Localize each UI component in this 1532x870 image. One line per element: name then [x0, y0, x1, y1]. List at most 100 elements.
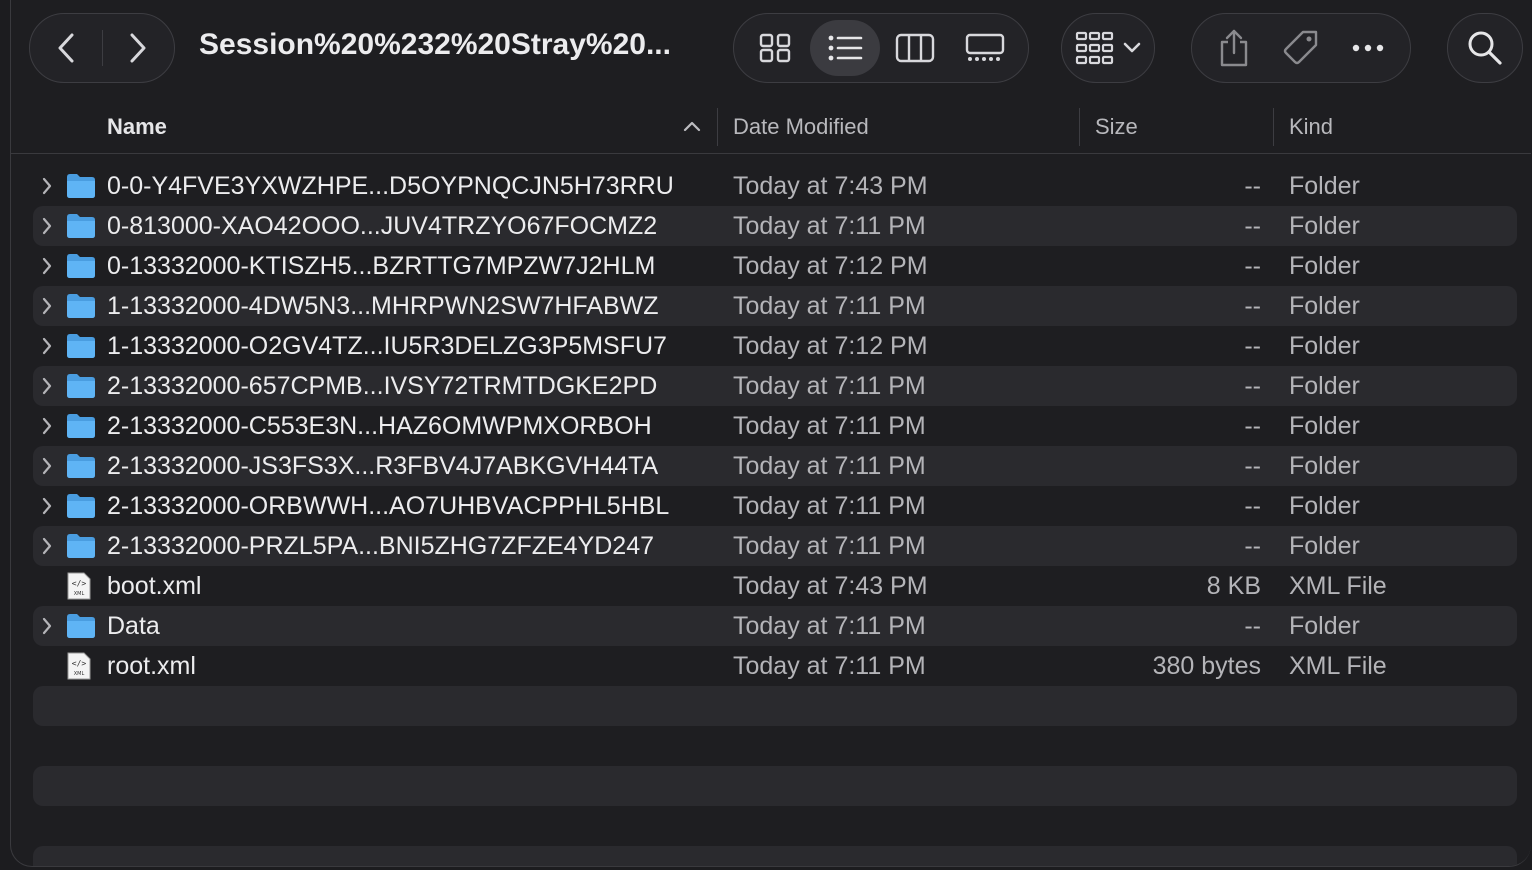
file-name: 2-13332000-JS3FS3X...R3FBV4J7ABKGVH44TA	[107, 452, 659, 480]
file-row[interactable]: 2-13332000-JS3FS3X...R3FBV4J7ABKGVH44TA T…	[33, 446, 1517, 486]
folder-icon	[66, 333, 96, 359]
folder-icon	[66, 493, 96, 519]
file-kind: XML File	[1289, 652, 1387, 680]
group-button[interactable]	[1061, 13, 1155, 83]
file-size: --	[1244, 412, 1261, 440]
disclosure-chevron-icon[interactable]	[41, 377, 53, 395]
grid-icon	[758, 32, 792, 64]
column-name[interactable]: Name	[107, 114, 167, 140]
file-list: 0-0-Y4FVE3YXWZHPE...D5OYPNQCJN5H73RRU Tod…	[11, 166, 1531, 866]
file-row[interactable]: 1-13332000-4DW5N3...MHRPWN2SW7HFABWZ Toda…	[33, 286, 1517, 326]
file-date-modified: Today at 7:11 PM	[733, 652, 926, 680]
file-kind: Folder	[1289, 252, 1360, 280]
file-row[interactable]: 1-13332000-O2GV4TZ...IU5R3DELZG3P5MSFU7 T…	[33, 326, 1517, 366]
file-size: --	[1244, 212, 1261, 240]
file-date-modified: Today at 7:12 PM	[733, 252, 928, 280]
disclosure-chevron-icon[interactable]	[41, 537, 53, 555]
column-date-modified[interactable]: Date Modified	[733, 114, 869, 140]
disclosure-chevron-icon[interactable]	[41, 337, 53, 355]
file-row[interactable]: 0-13332000-KTISZH5...BZRTTG7MPZW7J2HLM To…	[33, 246, 1517, 286]
folder-icon	[66, 213, 96, 239]
chevron-right-icon	[128, 32, 148, 64]
file-size: --	[1244, 332, 1261, 360]
folder-icon	[66, 173, 96, 199]
folder-icon	[66, 453, 96, 479]
file-row[interactable]: 2-13332000-657CPMB...IVSY72TRMTDGKE2PD To…	[33, 366, 1517, 406]
disclosure-chevron-icon[interactable]	[41, 497, 53, 515]
folder-icon	[66, 253, 96, 279]
forward-button[interactable]	[103, 14, 175, 82]
file-row[interactable]: 2-13332000-ORBWWH...AO7UHBVACPPHL5HBL Tod…	[33, 486, 1517, 526]
list-view-button[interactable]	[810, 20, 880, 76]
xml-file-icon: </> XML	[66, 651, 92, 681]
svg-text:</>: </>	[72, 579, 87, 588]
file-row[interactable]: 2-13332000-PRZL5PA...BNI5ZHG7ZFZE4YD247 T…	[33, 526, 1517, 566]
file-date-modified: Today at 7:43 PM	[733, 172, 928, 200]
finder-window: Session%20%232%20Stray%20... Name Date M…	[10, 0, 1531, 867]
list-icon	[827, 34, 863, 62]
file-name: 2-13332000-ORBWWH...AO7UHBVACPPHL5HBL	[107, 492, 670, 520]
file-row[interactable]: </> XML root.xml Today at 7:11 PM 380 bytes X…	[33, 646, 1517, 686]
disclosure-chevron-icon[interactable]	[41, 177, 53, 195]
empty-row	[33, 726, 1517, 766]
column-divider[interactable]	[717, 108, 718, 146]
column-kind[interactable]: Kind	[1289, 114, 1333, 140]
back-button[interactable]	[30, 14, 102, 82]
file-row[interactable]: </> XML boot.xml Today at 7:43 PM 8 KB XML Fi…	[33, 566, 1517, 606]
file-date-modified: Today at 7:11 PM	[733, 452, 926, 480]
gallery-view-button[interactable]	[950, 20, 1020, 76]
disclosure-chevron-icon[interactable]	[41, 297, 53, 315]
file-size: --	[1244, 492, 1261, 520]
file-kind: Folder	[1289, 532, 1360, 560]
file-row[interactable]: 0-813000-XAO42OOO...JUV4TRZYO67FOCMZ2 Tod…	[33, 206, 1517, 246]
search-button[interactable]	[1447, 13, 1523, 83]
file-kind: Folder	[1289, 212, 1360, 240]
file-name: 0-13332000-KTISZH5...BZRTTG7MPZW7J2HLM	[107, 252, 656, 280]
file-size: --	[1244, 452, 1261, 480]
file-kind: Folder	[1289, 452, 1360, 480]
file-name: 0-0-Y4FVE3YXWZHPE...D5OYPNQCJN5H73RRU	[107, 172, 674, 200]
file-row[interactable]: 2-13332000-C553E3N...HAZ6OMWPMXORBOH Toda…	[33, 406, 1517, 446]
file-size: 380 bytes	[1152, 652, 1261, 680]
column-size[interactable]: Size	[1095, 114, 1138, 140]
column-view-button[interactable]	[880, 20, 950, 76]
empty-row	[33, 766, 1517, 806]
column-header: Name Date Modified Size Kind	[11, 100, 1531, 154]
file-row[interactable]: 0-0-Y4FVE3YXWZHPE...D5OYPNQCJN5H73RRU Tod…	[33, 166, 1517, 206]
disclosure-chevron-icon[interactable]	[41, 417, 53, 435]
disclosure-chevron-icon[interactable]	[41, 217, 53, 235]
svg-text:XML: XML	[74, 591, 85, 597]
file-date-modified: Today at 7:11 PM	[733, 492, 926, 520]
column-divider[interactable]	[1273, 108, 1274, 146]
column-divider[interactable]	[1079, 108, 1080, 146]
file-kind: Folder	[1289, 492, 1360, 520]
folder-icon	[66, 413, 96, 439]
action-group	[1191, 13, 1411, 83]
ellipsis-icon[interactable]	[1351, 43, 1385, 53]
file-kind: Folder	[1289, 372, 1360, 400]
file-date-modified: Today at 7:43 PM	[733, 572, 928, 600]
empty-row	[33, 686, 1517, 726]
file-kind: Folder	[1289, 612, 1360, 640]
group-icon	[1075, 31, 1115, 65]
file-name: root.xml	[107, 652, 196, 680]
tag-icon[interactable]	[1281, 28, 1321, 68]
share-icon[interactable]	[1217, 28, 1251, 68]
file-kind: Folder	[1289, 412, 1360, 440]
icon-view-button[interactable]	[740, 20, 810, 76]
file-date-modified: Today at 7:11 PM	[733, 212, 926, 240]
file-size: 8 KB	[1206, 572, 1261, 600]
file-size: --	[1244, 252, 1261, 280]
file-date-modified: Today at 7:11 PM	[733, 372, 926, 400]
search-icon	[1467, 30, 1503, 66]
disclosure-chevron-icon[interactable]	[41, 617, 53, 635]
xml-file-icon: </> XML	[66, 571, 92, 601]
chevron-down-icon	[1123, 42, 1141, 54]
disclosure-chevron-icon[interactable]	[41, 457, 53, 475]
file-row[interactable]: Data Today at 7:11 PM -- Folder	[33, 606, 1517, 646]
file-name: 1-13332000-4DW5N3...MHRPWN2SW7HFABWZ	[107, 292, 659, 320]
file-size: --	[1244, 372, 1261, 400]
folder-icon	[66, 533, 96, 559]
svg-text:</>: </>	[72, 659, 87, 668]
disclosure-chevron-icon[interactable]	[41, 257, 53, 275]
